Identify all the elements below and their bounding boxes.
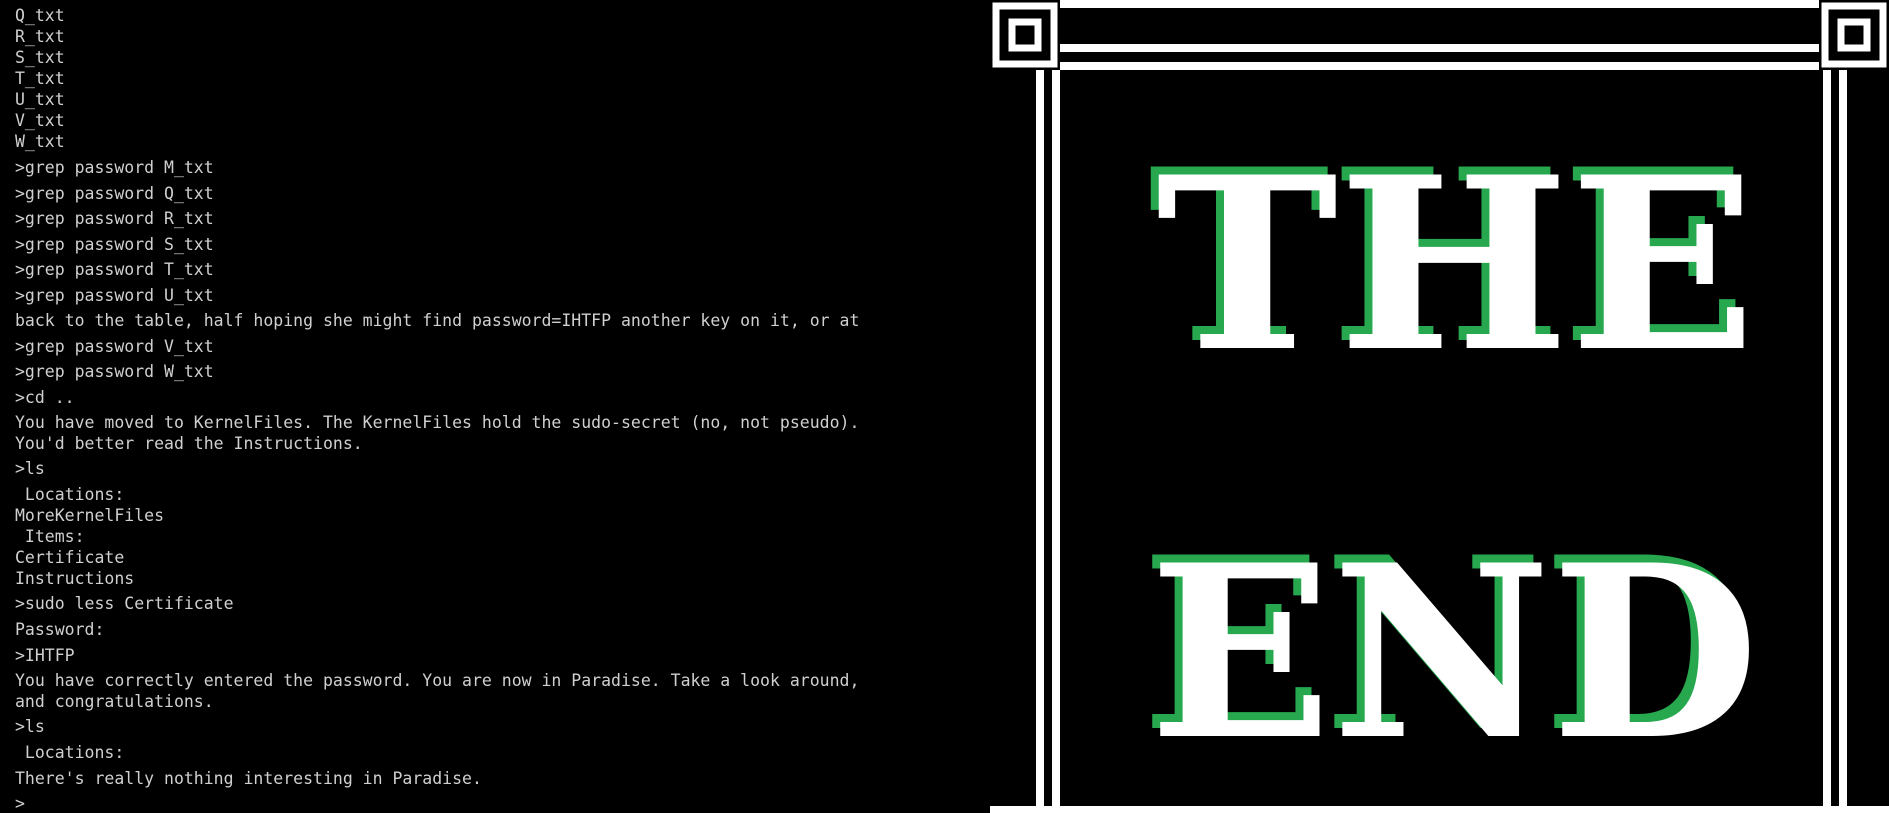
the-end-banner: THE THE END END — [990, 0, 1889, 813]
terminal-command: >grep password M_txt — [15, 158, 214, 177]
terminal-command: >ls — [15, 459, 45, 478]
terminal-line: R_txt — [15, 27, 65, 46]
terminal-command: >cd .. — [15, 388, 75, 407]
the-end-graphic: THE THE END END — [990, 0, 1889, 813]
terminal-prompt[interactable]: > — [15, 794, 25, 813]
terminal-line: There's really nothing interesting in Pa… — [15, 769, 482, 788]
terminal-line: Password: — [15, 620, 105, 639]
terminal-command: >IHTFP — [15, 646, 75, 665]
terminal-command: >grep password Q_txt — [15, 184, 214, 203]
terminal-output[interactable]: Q_txt R_txt S_txt T_txt U_txt V_txt W_tx… — [0, 0, 990, 813]
terminal-line: and congratulations. — [15, 692, 214, 711]
terminal-line: Q_txt — [15, 6, 65, 25]
terminal-line: Items: — [15, 527, 85, 546]
terminal-line: Certificate — [15, 548, 125, 567]
terminal-command: >grep password V_txt — [15, 337, 214, 356]
terminal-command: >grep password R_txt — [15, 209, 214, 228]
terminal-line: You have correctly entered the password.… — [15, 671, 860, 690]
end-text: END — [1149, 514, 1759, 793]
terminal-command: >sudo less Certificate — [15, 594, 234, 613]
terminal-line: V_txt — [15, 111, 65, 130]
terminal-command: >ls — [15, 717, 45, 736]
terminal-line: You'd better read the Instructions. — [15, 434, 363, 453]
terminal-command: >grep password W_txt — [15, 362, 214, 381]
terminal-command: >grep password U_txt — [15, 286, 214, 305]
the-text: THE — [1156, 126, 1756, 405]
terminal-command: >grep password T_txt — [15, 260, 214, 279]
terminal-line: T_txt — [15, 69, 65, 88]
terminal-line: U_txt — [15, 90, 65, 109]
terminal-line: Instructions — [15, 569, 135, 588]
screen: Q_txt R_txt S_txt T_txt U_txt V_txt W_tx… — [0, 0, 1889, 813]
terminal-line: Locations: — [15, 485, 125, 504]
terminal-command: >grep password S_txt — [15, 235, 214, 254]
terminal-line: Locations: — [15, 743, 125, 762]
terminal-line: MoreKernelFiles — [15, 506, 165, 525]
terminal-line: W_txt — [15, 132, 65, 151]
terminal-line: back to the table, half hoping she might… — [15, 311, 860, 330]
terminal-line: You have moved to KernelFiles. The Kerne… — [15, 413, 860, 432]
terminal-line: S_txt — [15, 48, 65, 67]
